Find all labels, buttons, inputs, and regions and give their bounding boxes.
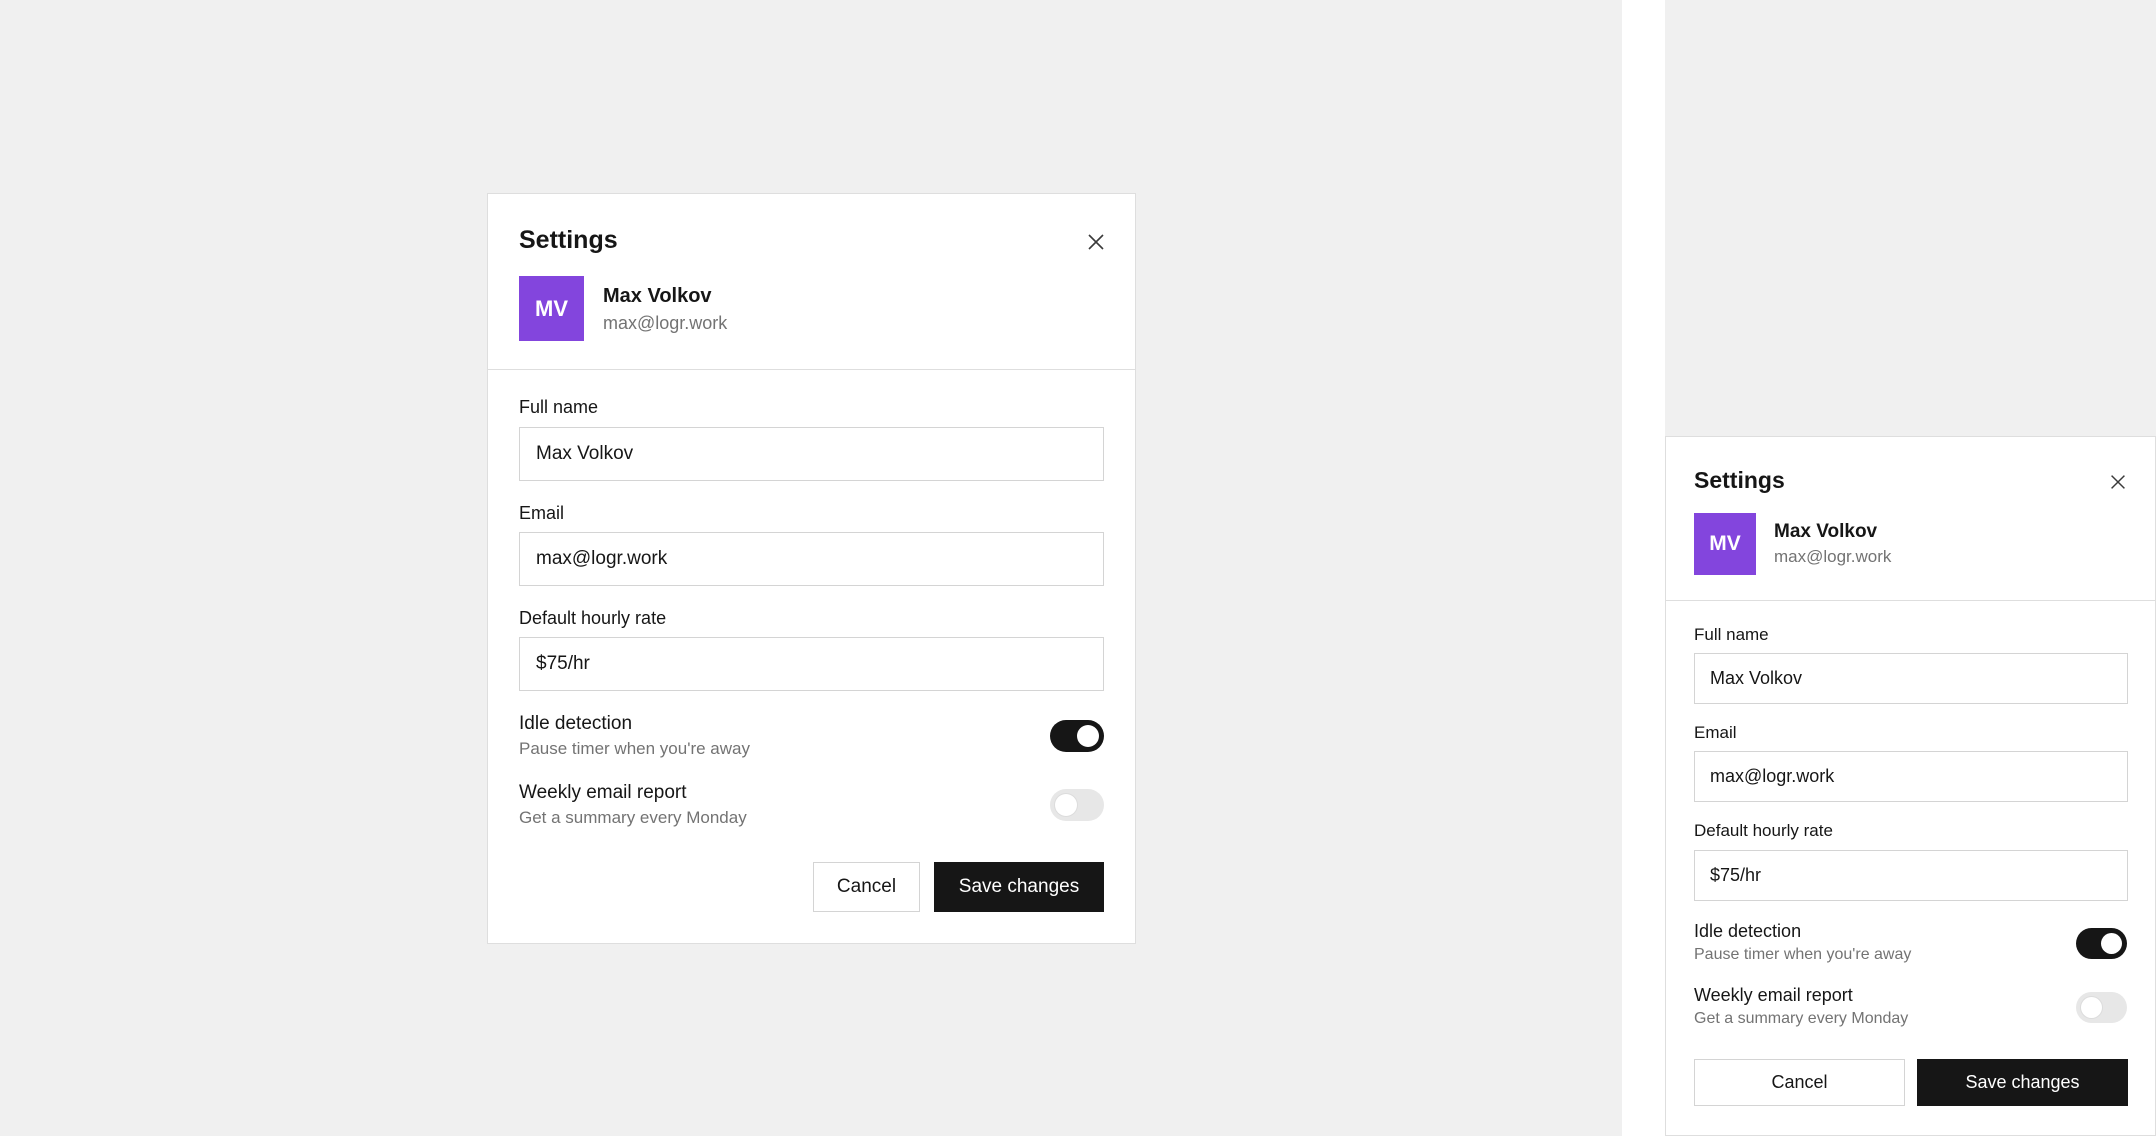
email-value: max@logr.work: [536, 548, 668, 569]
weekly-report-label: Weekly email report: [1694, 985, 1853, 1005]
weekly-report-toggle[interactable]: [2076, 992, 2127, 1023]
layout-divider: [1622, 0, 1665, 1136]
user-email: max@logr.work: [603, 313, 728, 333]
weekly-report-description: Get a summary every Monday: [519, 808, 747, 827]
email-label: Email: [1694, 723, 1737, 742]
idle-detection-label: Idle detection: [1694, 921, 1802, 941]
hourly-rate-value: $75/hr: [1710, 865, 1762, 885]
close-icon[interactable]: [1084, 230, 1108, 254]
hourly-rate-label: Default hourly rate: [1694, 821, 1833, 840]
hourly-rate-value: $75/hr: [536, 653, 590, 674]
email-input[interactable]: max@logr.work: [1694, 751, 2128, 802]
toggle-knob: [2101, 933, 2122, 954]
full-name-label: Full name: [519, 397, 599, 417]
settings-dialog-mobile: Settings MV Max Volkov max@logr.work Ful…: [1665, 436, 2156, 1136]
cancel-button[interactable]: Cancel: [813, 862, 920, 912]
cancel-button[interactable]: Cancel: [1694, 1059, 1905, 1106]
avatar: MV: [519, 276, 584, 341]
hourly-rate-input[interactable]: $75/hr: [519, 637, 1104, 691]
idle-detection-toggle[interactable]: [1050, 720, 1104, 752]
hourly-rate-label: Default hourly rate: [519, 608, 667, 628]
full-name-value: Max Volkov: [1710, 668, 1803, 688]
dialog-title: Settings: [1694, 467, 1785, 493]
idle-detection-label: Idle detection: [519, 713, 633, 734]
email-input[interactable]: max@logr.work: [519, 532, 1104, 586]
toggle-knob: [1077, 725, 1099, 747]
full-name-value: Max Volkov: [536, 443, 634, 464]
full-name-input[interactable]: Max Volkov: [1694, 653, 2128, 704]
weekly-report-description: Get a summary every Monday: [1694, 1010, 1909, 1027]
idle-detection-description: Pause timer when you're away: [519, 739, 750, 758]
settings-dialog-desktop: Settings MV Max Volkov max@logr.work Ful…: [487, 193, 1136, 944]
hourly-rate-input[interactable]: $75/hr: [1694, 850, 2128, 901]
dialog-header: Settings MV Max Volkov max@logr.work: [488, 194, 1135, 370]
weekly-report-toggle[interactable]: [1050, 789, 1104, 821]
email-label: Email: [519, 503, 565, 523]
save-button[interactable]: Save changes: [1917, 1059, 2128, 1106]
toggle-knob: [1055, 794, 1077, 816]
weekly-report-label: Weekly email report: [519, 782, 687, 803]
idle-detection-toggle[interactable]: [2076, 928, 2127, 959]
user-email: max@logr.work: [1774, 547, 1892, 566]
avatar: MV: [1694, 513, 1756, 575]
dialog-title: Settings: [519, 226, 618, 254]
email-value: max@logr.work: [1710, 766, 1835, 786]
full-name-label: Full name: [1694, 625, 1769, 644]
user-name: Max Volkov: [603, 285, 712, 307]
save-button[interactable]: Save changes: [934, 862, 1104, 912]
dialog-header: Settings MV Max Volkov max@logr.work: [1666, 437, 2155, 601]
toggle-knob: [2081, 997, 2102, 1018]
full-name-input[interactable]: Max Volkov: [519, 427, 1104, 481]
idle-detection-description: Pause timer when you're away: [1694, 946, 1912, 963]
user-name: Max Volkov: [1774, 521, 1878, 542]
close-icon[interactable]: [2107, 471, 2129, 493]
